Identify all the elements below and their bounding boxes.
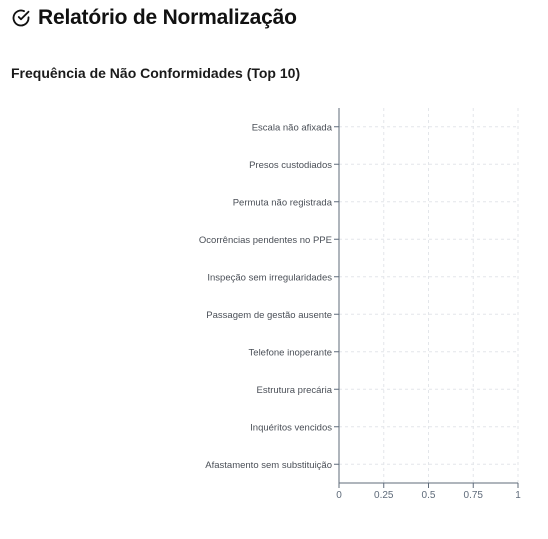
x-tick-label: 0.5 (422, 490, 436, 501)
y-tick-label: Estrutura precária (256, 385, 332, 396)
x-tick-label: 1 (515, 490, 521, 501)
y-tick-label: Permuta não registrada (233, 197, 333, 208)
y-tick-label: Ocorrências pendentes no PPE (199, 235, 332, 246)
y-tick-label: Telefone inoperante (249, 347, 332, 358)
y-tick-label: Inquéritos vencidos (250, 422, 332, 433)
x-tick-label: 0 (336, 490, 342, 501)
y-tick-label: Afastamento sem substituição (205, 460, 332, 471)
y-tick-label: Escala não afixada (252, 122, 333, 133)
x-tick-label: 0.25 (374, 490, 394, 501)
y-tick-label: Passagem de gestão ausente (206, 310, 332, 321)
y-tick-label: Presos custodiados (249, 160, 332, 171)
y-tick-label: Inspeção sem irregularidades (207, 272, 332, 283)
x-tick-label: 0.75 (464, 490, 484, 501)
nonconformity-frequency-chart: Escala não afixada Presos custodiados Perm… (199, 108, 521, 501)
